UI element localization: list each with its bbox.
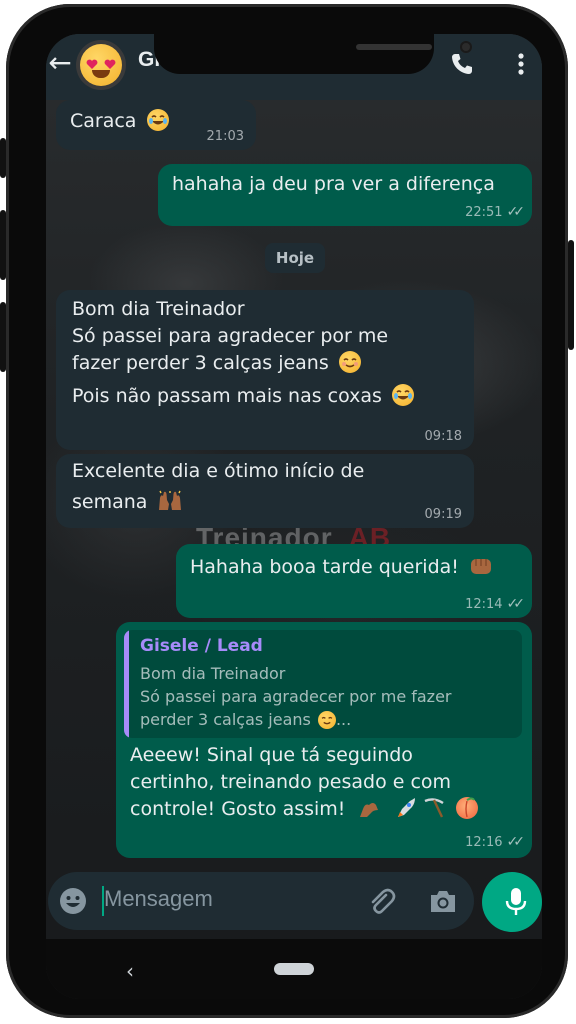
camera-icon[interactable] bbox=[428, 888, 458, 918]
message-line: semana bbox=[72, 489, 458, 516]
read-receipt-icon: ✓✓ bbox=[506, 596, 526, 612]
phone-frame: TreinadorAB ← Gisele / Lead bbox=[0, 4, 574, 1018]
joy-emoji-icon bbox=[391, 384, 414, 406]
message-line: Excelente dia e ótimo início de bbox=[72, 460, 365, 482]
rocket-emoji-icon bbox=[394, 797, 416, 819]
nav-home-pill[interactable] bbox=[274, 963, 314, 975]
system-navigation-bar: ‹ bbox=[46, 939, 542, 999]
quote-text: Bom dia Treinador Só passei para agradec… bbox=[140, 664, 452, 729]
message-input-bar: Mensagem bbox=[48, 872, 474, 930]
side-button-right bbox=[568, 240, 574, 350]
side-button-left-2 bbox=[0, 210, 6, 280]
flexed-biceps-emoji-icon bbox=[357, 797, 379, 819]
message-incoming[interactable]: Excelente dia e ótimo início de semana 0… bbox=[56, 454, 474, 528]
message-outgoing-reply[interactable]: Gisele / Lead Bom dia Treinador Só passe… bbox=[116, 622, 532, 858]
quote-author: Gisele / Lead bbox=[140, 636, 263, 656]
message-line: fazer perder 3 calças jeans bbox=[72, 350, 458, 377]
message-text: Caraca bbox=[70, 110, 137, 132]
message-time: 09:18 bbox=[424, 429, 462, 444]
side-button-left-1 bbox=[0, 138, 6, 178]
message-time: 12:16 ✓✓ bbox=[465, 834, 526, 850]
quoted-message[interactable]: Gisele / Lead Bom dia Treinador Só passe… bbox=[124, 630, 522, 738]
message-time: 09:19 bbox=[424, 507, 462, 522]
front-camera bbox=[460, 41, 472, 53]
pick-emoji-icon bbox=[422, 797, 444, 819]
fist-emoji-icon bbox=[469, 555, 491, 577]
message-incoming[interactable]: Bom dia Treinador Só passei para agradec… bbox=[56, 290, 474, 450]
phone-icon[interactable] bbox=[450, 52, 474, 80]
message-text: Hahaha booa tarde querida! bbox=[190, 556, 459, 578]
message-time: 22:51 ✓✓ bbox=[465, 204, 526, 220]
read-receipt-icon: ✓✓ bbox=[506, 834, 526, 850]
reply-text: Aeeew! Sinal que tá seguindo certinho, t… bbox=[130, 742, 520, 823]
emoji-icon[interactable] bbox=[58, 886, 88, 920]
smiling-face-emoji-icon bbox=[317, 711, 336, 729]
microphone-icon bbox=[505, 888, 527, 915]
message-outgoing[interactable]: Hahaha booa tarde querida! 12:14 ✓✓ bbox=[176, 544, 532, 618]
peach-emoji-icon bbox=[455, 797, 478, 819]
avatar[interactable] bbox=[76, 40, 126, 90]
speaker-grille bbox=[356, 44, 432, 50]
message-input[interactable]: Mensagem bbox=[104, 886, 213, 912]
quote-accent-bar bbox=[124, 630, 129, 738]
joy-emoji-icon bbox=[146, 109, 169, 131]
chat-screen: TreinadorAB ← Gisele / Lead bbox=[46, 34, 542, 999]
camera-notch bbox=[154, 34, 472, 74]
message-outgoing[interactable]: hahaha ja deu pra ver a diferença 22:51 ✓… bbox=[158, 164, 532, 226]
message-incoming[interactable]: Caraca 21:03 bbox=[56, 100, 256, 150]
smiling-face-emoji-icon bbox=[338, 351, 361, 373]
mic-button[interactable] bbox=[482, 872, 542, 932]
date-divider: Hoje bbox=[265, 243, 325, 273]
heart-eyes-emoji-icon bbox=[80, 44, 122, 86]
side-button-left-3 bbox=[0, 302, 6, 372]
message-line: Pois não passam mais nas coxas bbox=[72, 383, 458, 410]
message-line: Só passei para agradecer por me bbox=[72, 325, 389, 347]
attach-icon[interactable] bbox=[366, 886, 396, 920]
raising-hands-emoji-icon bbox=[157, 490, 182, 512]
more-vert-icon[interactable] bbox=[518, 52, 524, 80]
back-arrow-icon[interactable]: ← bbox=[46, 46, 74, 80]
nav-back-icon[interactable]: ‹ bbox=[126, 959, 134, 983]
read-receipt-icon: ✓✓ bbox=[506, 204, 526, 220]
message-text: hahaha ja deu pra ver a diferença bbox=[172, 173, 495, 195]
message-time: 12:14 ✓✓ bbox=[465, 596, 526, 612]
message-line: Bom dia Treinador bbox=[72, 298, 245, 320]
message-time: 21:03 bbox=[206, 129, 244, 144]
